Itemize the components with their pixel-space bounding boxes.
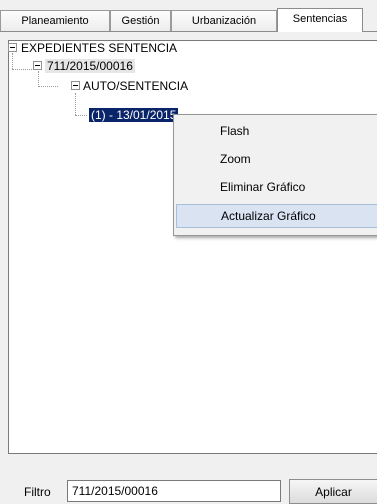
filter-label: Filtro (24, 485, 51, 499)
tree-connector (12, 69, 32, 70)
tree-connector (12, 53, 13, 69)
tree-node-root[interactable]: EXPEDIENTES SENTENCIA (21, 40, 177, 56)
collapse-icon[interactable] (33, 61, 42, 70)
sentencias-tree[interactable]: EXPEDIENTES SENTENCIA 711/2015/00016 AUT… (8, 40, 377, 454)
tree-node-expediente-label: 711/2015/00016 (45, 59, 135, 73)
context-menu: Flash Zoom Eliminar Gráfico Actualizar G… (173, 114, 377, 236)
tab-strip: Planeamiento Gestión Urbanización Senten… (0, 0, 377, 32)
tree-connector (38, 86, 58, 87)
tree-connector (75, 115, 87, 116)
menu-item-actualizar-grafico[interactable]: Actualizar Gráfico (176, 204, 377, 228)
tab-urbanizacion[interactable]: Urbanización (171, 10, 277, 31)
tab-gestion[interactable]: Gestión (110, 10, 171, 31)
menu-item-flash[interactable]: Flash (176, 119, 377, 143)
tree-node-expediente[interactable]: 711/2015/00016 (45, 58, 135, 74)
tree-node-sentencia-label: (1) - 13/01/2015 (89, 108, 179, 122)
tree-node-auto-sentencia[interactable]: AUTO/SENTENCIA (83, 78, 188, 94)
tree-node-sentencia-item[interactable]: (1) - 13/01/2015 (89, 107, 179, 123)
collapse-icon[interactable] (8, 43, 17, 52)
filter-input[interactable] (67, 480, 281, 502)
tab-planeamiento[interactable]: Planeamiento (0, 10, 110, 31)
menu-item-eliminar-grafico[interactable]: Eliminar Gráfico (176, 175, 377, 199)
tree-connector (38, 71, 39, 85)
tree-connector (75, 93, 76, 115)
collapse-icon[interactable] (71, 81, 80, 90)
apply-button[interactable]: Aplicar (289, 479, 377, 504)
menu-item-zoom[interactable]: Zoom (176, 147, 377, 171)
tab-sentencias[interactable]: Sentencias (277, 8, 363, 32)
